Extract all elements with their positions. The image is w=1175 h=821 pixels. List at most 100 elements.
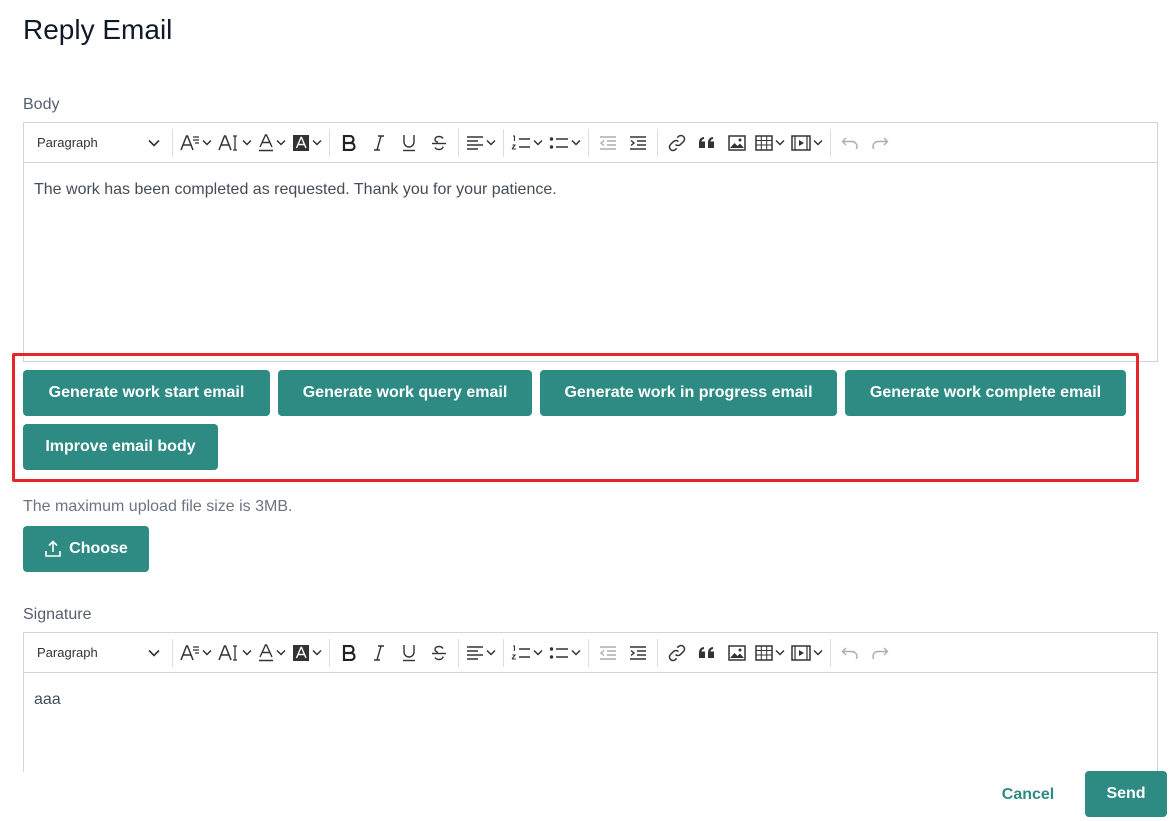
generate-work-in-progress-email-button[interactable]: Generate work in progress email [540,370,837,416]
undo-button[interactable] [835,639,865,667]
chevron-down-icon [148,649,160,657]
redo-button[interactable] [865,639,895,667]
strikethrough-icon [432,135,446,150]
signature-content-area[interactable]: aaa [24,673,1157,727]
underline-button[interactable] [394,129,424,157]
font-color-button[interactable] [255,639,289,667]
font-size-button[interactable] [177,639,215,667]
undo-button[interactable] [835,129,865,157]
align-left-icon [467,135,483,150]
toolbar-divider [329,638,330,667]
chevron-down-icon [533,139,543,146]
chevron-down-icon [276,139,286,146]
outdent-button[interactable] [593,129,623,157]
italic-icon [374,134,384,151]
insert-table-button[interactable] [752,129,788,157]
upload-size-note: The maximum upload file size is 3MB. [23,498,293,515]
link-button[interactable] [662,129,692,157]
signature-label: Signature [23,606,92,623]
insert-table-button[interactable] [752,639,788,667]
chevron-down-icon [276,649,286,656]
bold-icon [342,644,356,661]
chevron-down-icon [242,139,252,146]
strikethrough-icon [432,645,446,660]
background-color-button[interactable] [289,129,325,157]
bold-icon [342,134,356,151]
bulleted-list-button[interactable] [546,639,584,667]
font-color-icon [259,643,273,661]
insert-image-button[interactable] [722,639,752,667]
italic-button[interactable] [364,129,394,157]
table-icon [755,644,773,661]
italic-icon [374,644,384,661]
outdent-icon [599,645,616,660]
indent-button[interactable] [623,639,653,667]
signature-toolbar: Paragraph [24,633,1157,673]
generate-work-query-email-button[interactable]: Generate work query email [278,370,532,416]
font-family-button[interactable] [215,129,255,157]
underline-button[interactable] [394,639,424,667]
font-family-button[interactable] [215,639,255,667]
cancel-button[interactable]: Cancel [986,772,1070,818]
align-button[interactable] [463,129,499,157]
body-label: Body [23,96,60,113]
strikethrough-button[interactable] [424,129,454,157]
bold-button[interactable] [334,639,364,667]
numbered-list-button[interactable] [508,129,546,157]
font-family-icon [218,644,237,661]
redo-button[interactable] [865,129,895,157]
blockquote-button[interactable] [692,639,722,667]
strikethrough-button[interactable] [424,639,454,667]
indent-button[interactable] [623,129,653,157]
bold-button[interactable] [334,129,364,157]
block-format-select[interactable]: Paragraph [28,129,168,157]
font-family-icon [218,134,237,151]
italic-button[interactable] [364,639,394,667]
choose-file-button[interactable]: Choose [23,526,149,572]
upload-icon [45,540,61,557]
font-color-icon [259,133,273,151]
align-button[interactable] [463,639,499,667]
body-content-area[interactable]: The work has been completed as requested… [24,163,1157,217]
chevron-down-icon [242,649,252,656]
chevron-down-icon [486,139,496,146]
insert-media-button[interactable] [788,129,826,157]
outdent-button[interactable] [593,639,623,667]
background-color-button[interactable] [289,639,325,667]
outdent-icon [599,135,616,150]
underline-icon [403,644,415,661]
bulleted-list-icon [549,136,568,149]
toolbar-divider [588,638,589,667]
toolbar-divider [657,638,658,667]
signature-editor: Paragraph aaa [23,632,1158,772]
image-icon [728,644,746,661]
link-icon [668,134,686,151]
generate-work-complete-email-button[interactable]: Generate work complete email [845,370,1126,416]
link-button[interactable] [662,639,692,667]
redo-icon [872,647,889,659]
generate-work-start-email-button[interactable]: Generate work start email [23,370,270,416]
body-editor: Paragraph The work has been completed as… [23,122,1158,362]
numbered-list-icon [511,134,530,150]
blockquote-button[interactable] [692,129,722,157]
improve-email-body-button[interactable]: Improve email body [23,424,218,470]
bulleted-list-button[interactable] [546,129,584,157]
table-icon [755,134,773,151]
font-size-button[interactable] [177,129,215,157]
chevron-down-icon [775,649,785,656]
chevron-down-icon [571,649,581,656]
indent-icon [630,645,646,660]
font-size-icon [180,134,199,150]
toolbar-divider [503,128,504,157]
insert-image-button[interactable] [722,129,752,157]
insert-media-button[interactable] [788,639,826,667]
block-format-select[interactable]: Paragraph [28,639,168,667]
align-left-icon [467,645,483,660]
chevron-down-icon [775,139,785,146]
undo-icon [841,137,858,149]
font-color-button[interactable] [255,129,289,157]
numbered-list-button[interactable] [508,639,546,667]
send-button[interactable]: Send [1085,771,1167,817]
chevron-down-icon [486,649,496,656]
chevron-down-icon [813,139,823,146]
